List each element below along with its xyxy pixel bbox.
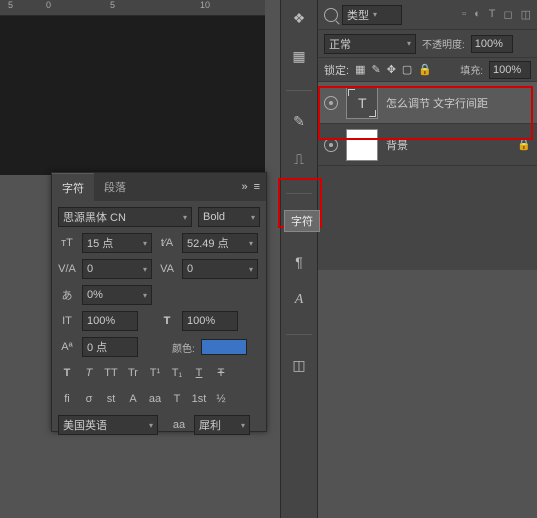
blend-mode-select[interactable]: 正常 ▾ (324, 34, 416, 54)
filter-shape-icon[interactable]: ◻ (503, 8, 512, 21)
leading-input[interactable]: 52.49 点▾ (182, 233, 258, 253)
lock-all-icon[interactable]: 🔒 (418, 63, 432, 76)
3d-icon[interactable]: ◫ (289, 357, 309, 377)
ligature-button[interactable]: fi (58, 391, 76, 407)
lock-artboard-icon[interactable]: ▢ (402, 63, 412, 76)
opacity-input[interactable]: 100% (471, 35, 513, 53)
fill-label: 填充: (460, 62, 483, 77)
altlig-button[interactable]: σ (80, 391, 98, 407)
panel-menu-icon[interactable]: ≡ (254, 181, 260, 193)
lock-label: 锁定: (324, 62, 349, 78)
fill-input[interactable]: 100% (489, 61, 531, 79)
search-icon[interactable] (324, 8, 338, 22)
tsume-input[interactable]: 0%▾ (82, 285, 152, 305)
paragraph-icon[interactable]: ¶ (289, 254, 309, 274)
color-label: 颜色: (172, 340, 195, 355)
kerning-input[interactable]: 0▾ (82, 259, 152, 279)
font-size-icon: тT (58, 237, 76, 249)
clone-icon[interactable]: ⎍ (289, 151, 309, 171)
vscale-input[interactable]: 100% (82, 311, 138, 331)
allcaps-button[interactable]: TT (102, 365, 120, 381)
fractions-button[interactable]: ½ (212, 391, 230, 407)
antialias-icon: aa (170, 419, 188, 431)
ruler-tick: 5 (110, 0, 115, 10)
tooltip: 字符 (284, 210, 320, 232)
ruler-tick: 10 (200, 0, 210, 10)
type-style-row-1: T T TT Tr T¹ T₁ T Ŧ (58, 363, 260, 383)
lock-brush-icon[interactable]: ✎ (371, 63, 380, 76)
kerning-icon: V/A (58, 263, 76, 275)
underline-button[interactable]: T (190, 365, 208, 381)
filter-icons: ▫ ◐ T ◻ ◫ (462, 8, 531, 21)
type-style-row-2: fi σ st A aa T 1st ½ (58, 389, 260, 409)
filter-smart-icon[interactable]: ◫ (521, 8, 531, 21)
panel-dock: ❖ ▦ ✎ ⎍ A| ¶ A ◫ (280, 0, 318, 518)
font-family-select[interactable]: 思源黑体 CN▾ (58, 207, 192, 227)
lock-position-icon[interactable]: ✥ (387, 63, 396, 76)
blend-mode-value: 正常 (329, 36, 351, 52)
titling-button[interactable]: T (168, 391, 186, 407)
font-size-input[interactable]: 15 点▾ (82, 233, 152, 253)
filter-type-select[interactable]: 类型 ▾ (342, 5, 402, 25)
stylistic-button[interactable]: aa (146, 391, 164, 407)
tracking-icon: VA (158, 263, 176, 275)
ruler-tick: 5 (8, 0, 13, 10)
ruler-horizontal[interactable]: 5 0 5 10 (0, 0, 265, 16)
swash-button[interactable]: A (124, 391, 142, 407)
strike-button[interactable]: Ŧ (212, 365, 230, 381)
faux-italic-button[interactable]: T (80, 365, 98, 381)
subscript-button[interactable]: T₁ (168, 365, 186, 381)
opacity-label: 不透明度: (422, 36, 465, 51)
character-panel: 字符 段落 » ≡ 思源黑体 CN▾ Bold▾ тT 15 点▾ t⁄A 52… (51, 172, 267, 432)
filter-label: 类型 (347, 7, 369, 23)
swatches-icon[interactable]: ▦ (289, 48, 309, 68)
tab-character[interactable]: 字符 (52, 173, 94, 201)
hscale-icon: T (158, 315, 176, 327)
filter-pixel-icon[interactable]: ▫ (462, 8, 466, 21)
superscript-button[interactable]: T¹ (146, 365, 164, 381)
language-select[interactable]: 美国英语▾ (58, 415, 158, 435)
glyphs-icon[interactable]: A (289, 292, 309, 312)
smallcaps-button[interactable]: Tr (124, 365, 142, 381)
brush-icon[interactable]: ✎ (289, 113, 309, 133)
highlight-layer (318, 86, 533, 140)
tsume-icon: あ (58, 287, 76, 303)
font-style-select[interactable]: Bold▾ (198, 207, 260, 227)
history-icon[interactable]: ❖ (289, 10, 309, 30)
antialias-select[interactable]: 犀利▾ (194, 415, 250, 435)
panel-tabs: 字符 段落 » ≡ (52, 173, 266, 201)
filter-adjust-icon[interactable]: ◐ (474, 8, 481, 21)
filter-text-icon[interactable]: T (489, 8, 496, 21)
hscale-input[interactable]: 100% (182, 311, 238, 331)
vscale-icon: IT (58, 315, 76, 327)
leading-icon: t⁄A (158, 237, 176, 249)
ruler-tick: 0 (46, 0, 51, 10)
ordinals-button[interactable]: 1st (190, 391, 208, 407)
tracking-input[interactable]: 0▾ (182, 259, 258, 279)
lock-pixels-icon[interactable]: ▦ (355, 63, 365, 76)
color-swatch[interactable] (201, 339, 247, 355)
collapse-icon[interactable]: » (241, 181, 247, 193)
faux-bold-button[interactable]: T (58, 365, 76, 381)
tab-paragraph[interactable]: 段落 (94, 173, 136, 201)
canvas-area (0, 0, 265, 175)
discretionary-button[interactable]: st (102, 391, 120, 407)
baseline-input[interactable]: 0 点 (82, 337, 138, 357)
baseline-icon: Aª (58, 341, 76, 353)
